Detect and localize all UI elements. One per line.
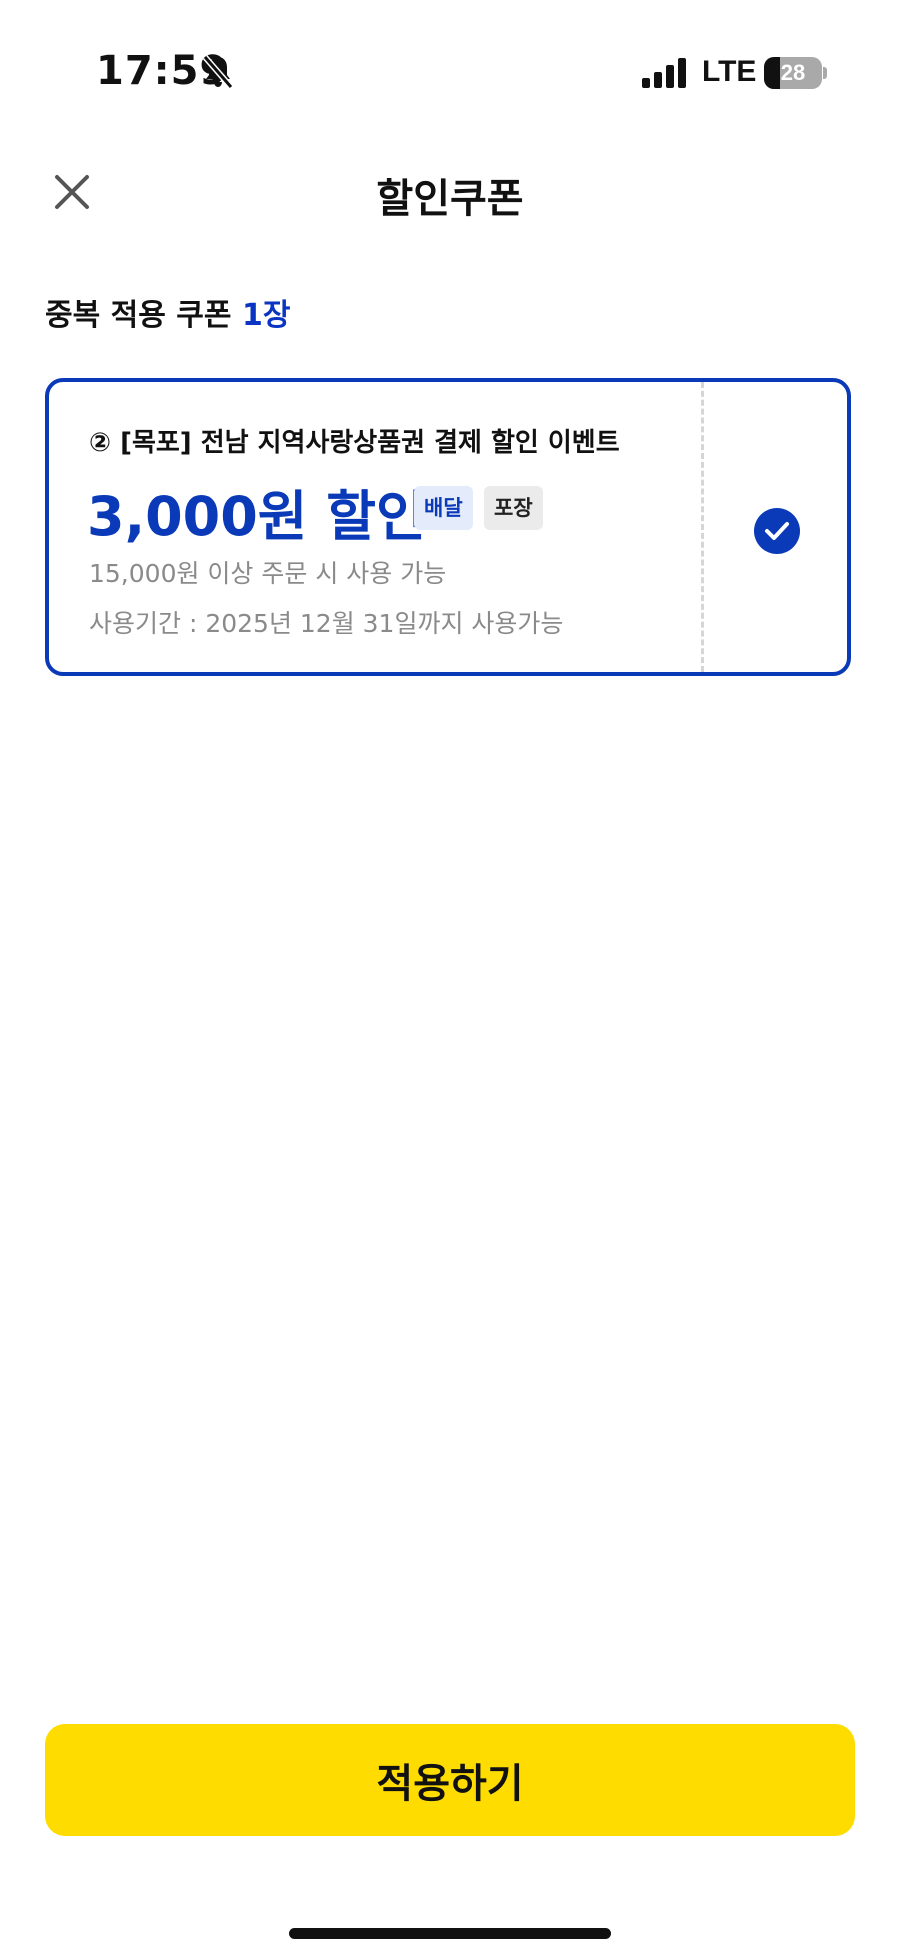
coupon-divider — [701, 382, 704, 672]
coupon-count-value: 1장 — [241, 298, 291, 333]
coupon-select-checkbox[interactable] — [754, 508, 800, 554]
status-bar: 17:59 LTE 28 — [0, 0, 900, 150]
coupon-condition: 15,000원 이상 주문 시 사용 가능 — [89, 559, 447, 588]
coupon-name: ② [목포] 전남 지역사랑상품권 결제 할인 이벤트 — [89, 428, 620, 458]
bell-slash-icon — [202, 54, 234, 90]
tag-delivery: 배달 — [414, 486, 473, 530]
tag-takeout: 포장 — [484, 486, 543, 530]
home-indicator[interactable] — [289, 1928, 611, 1939]
coupon-period: 사용기간 : 2025년 12월 31일까지 사용가능 — [89, 609, 564, 638]
coupon-amount: 3,000원 할인 — [87, 485, 426, 548]
coupon-count: 중복 적용 쿠폰 1장 — [45, 290, 290, 334]
check-icon — [765, 522, 789, 540]
battery-level: 28 — [780, 60, 806, 85]
page-title: 할인쿠폰 — [376, 176, 524, 222]
apply-button[interactable]: 적용하기 — [45, 1724, 855, 1836]
signal-bars-icon — [642, 58, 686, 88]
coupon-count-label: 중복 적용 쿠폰 — [45, 298, 232, 333]
coupon-card[interactable]: ② [목포] 전남 지역사랑상품권 결제 할인 이벤트 3,000원 할인 배달… — [45, 378, 851, 676]
battery-icon: 28 — [764, 57, 822, 89]
battery-cap — [823, 67, 827, 79]
network-label: LTE — [702, 55, 757, 88]
